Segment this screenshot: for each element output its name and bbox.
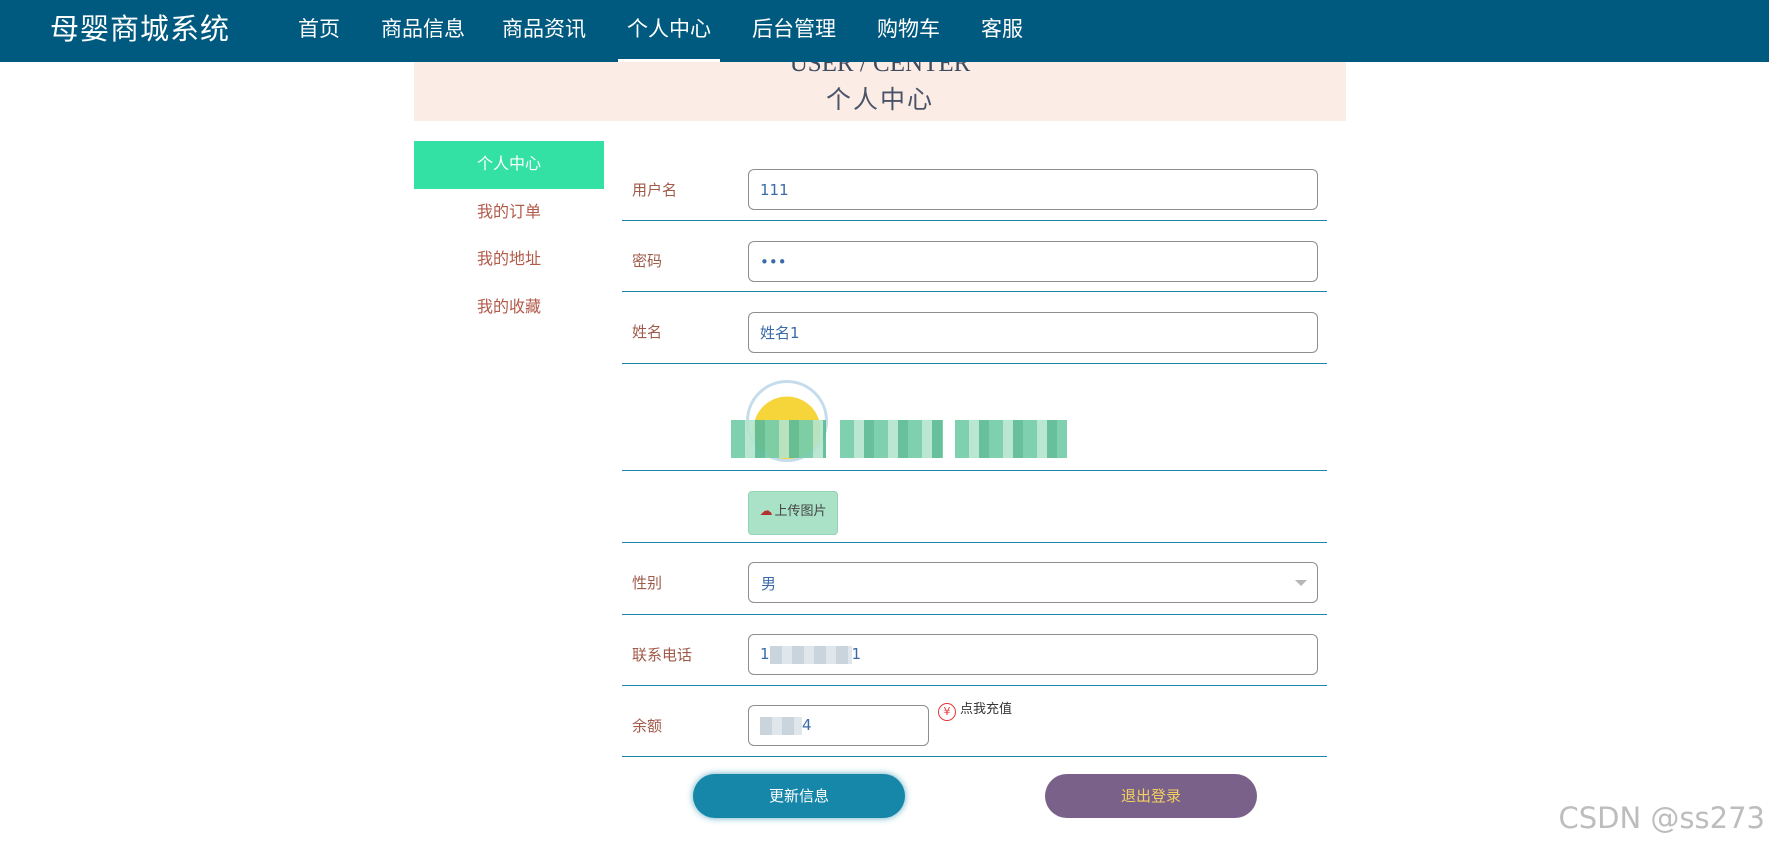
nav-home[interactable]: 首页 bbox=[298, 0, 340, 62]
balance-input[interactable]: 4 bbox=[748, 705, 929, 746]
redacted-image-area bbox=[731, 420, 826, 458]
sidebar-item-my-address[interactable]: 我的地址 bbox=[414, 236, 604, 284]
update-info-button[interactable]: 更新信息 bbox=[693, 774, 905, 818]
name-label: 姓名 bbox=[632, 323, 663, 341]
balance-label: 余额 bbox=[632, 717, 663, 735]
site-brand[interactable]: 母婴商城系统 bbox=[50, 10, 230, 48]
redacted-image-area bbox=[955, 420, 1067, 458]
sidebar-item-my-orders[interactable]: 我的订单 bbox=[414, 189, 604, 237]
name-input[interactable] bbox=[748, 312, 1318, 353]
form-row-upload: ☁ 上传图片 bbox=[622, 471, 1327, 543]
username-label: 用户名 bbox=[632, 181, 678, 199]
form-row-name: 姓名 bbox=[622, 292, 1327, 364]
gender-select[interactable]: 男 bbox=[748, 562, 1318, 603]
banner-title-zh: 个人中心 bbox=[825, 85, 934, 114]
cloud-upload-icon: ☁ bbox=[759, 504, 773, 519]
phone-value-end: 1 bbox=[851, 645, 862, 663]
gender-selected-value: 男 bbox=[761, 575, 777, 593]
upload-image-label: 上传图片 bbox=[774, 504, 827, 519]
form-row-gender: 性别 男 bbox=[622, 543, 1327, 615]
phone-value-start: 1 bbox=[760, 645, 770, 663]
logout-button[interactable]: 退出登录 bbox=[1045, 774, 1257, 818]
nav-cart[interactable]: 购物车 bbox=[877, 0, 940, 62]
redacted-balance-digits bbox=[760, 716, 802, 735]
username-input[interactable] bbox=[748, 169, 1318, 210]
nav-customer-service[interactable]: 客服 bbox=[981, 0, 1023, 62]
upload-image-button[interactable]: ☁ 上传图片 bbox=[748, 491, 838, 535]
form-row-balance: 余额 4 ¥ 点我充值 bbox=[622, 686, 1327, 757]
top-nav-bar: 母婴商城系统 首页 商品信息 商品资讯 个人中心 后台管理 购物车 客服 bbox=[0, 0, 1769, 62]
sidebar-item-user-center[interactable]: 个人中心 bbox=[414, 141, 604, 189]
chevron-down-icon bbox=[1295, 580, 1307, 586]
recharge-link[interactable]: ¥ 点我充值 bbox=[938, 700, 1012, 721]
banner-title-en: USER / CENTER bbox=[789, 62, 971, 77]
password-label: 密码 bbox=[632, 252, 663, 270]
form-row-password: 密码 bbox=[622, 221, 1327, 292]
page-banner: USER / CENTER 个人中心 bbox=[414, 62, 1346, 121]
form-row-phone: 联系电话 11 bbox=[622, 615, 1327, 686]
form-row-username: 用户名 bbox=[622, 160, 1327, 221]
redacted-image-area bbox=[840, 420, 943, 458]
yen-icon: ¥ bbox=[938, 703, 956, 721]
redacted-phone-digits bbox=[769, 645, 852, 664]
nav-admin[interactable]: 后台管理 bbox=[752, 0, 836, 62]
phone-label: 联系电话 bbox=[632, 646, 693, 664]
recharge-label: 点我充值 bbox=[960, 702, 1013, 717]
password-input[interactable] bbox=[748, 241, 1318, 282]
gender-label: 性别 bbox=[632, 574, 663, 592]
sidebar-item-my-favorites[interactable]: 我的收藏 bbox=[414, 284, 604, 332]
phone-input[interactable]: 11 bbox=[748, 634, 1318, 675]
balance-value-end: 4 bbox=[802, 716, 812, 734]
nav-product-info[interactable]: 商品信息 bbox=[381, 0, 465, 62]
watermark: CSDN @ss273 bbox=[1558, 801, 1765, 835]
nav-user-center[interactable]: 个人中心 bbox=[618, 0, 720, 62]
nav-product-news[interactable]: 商品资讯 bbox=[502, 0, 586, 62]
